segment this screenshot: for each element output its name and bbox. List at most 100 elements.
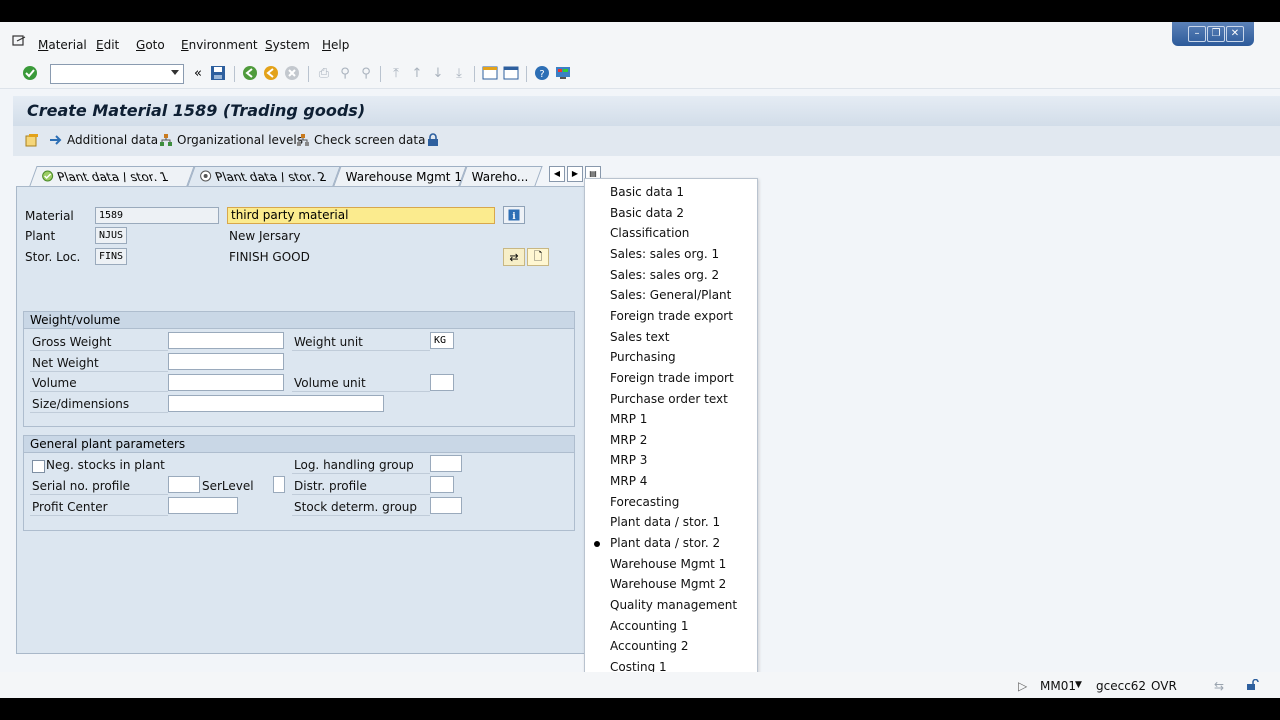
size-dimensions-label: Size/dimensions: [32, 397, 130, 411]
tab-menu-item[interactable]: Sales text: [610, 330, 669, 344]
tab-menu-item[interactable]: Purchase order text: [610, 392, 728, 406]
tab-menu-item[interactable]: MRP 4: [610, 474, 647, 488]
select-views-button[interactable]: [25, 133, 39, 147]
restore-icon[interactable]: ❐: [1207, 26, 1225, 42]
insert-mode[interactable]: OVR: [1151, 679, 1177, 693]
lock-button[interactable]: [427, 133, 439, 147]
tab-menu-item[interactable]: Warehouse Mgmt 2: [610, 577, 726, 591]
tab-menu-item[interactable]: Purchasing: [610, 350, 676, 364]
tab-plant-data-stor-1[interactable]: Plant data / stor. 1: [29, 166, 195, 186]
close-icon[interactable]: ✕: [1226, 26, 1244, 42]
distr-profile-field[interactable]: [430, 476, 454, 493]
tab-menu-item[interactable]: Sales: sales org. 1: [610, 247, 719, 261]
serial-profile-label: Serial no. profile: [32, 479, 131, 493]
customize-layout-icon[interactable]: [555, 65, 571, 81]
print-icon[interactable]: ⎙: [316, 65, 332, 81]
tab-menu-item[interactable]: Quality management: [610, 598, 737, 612]
first-page-icon[interactable]: ⤒: [388, 65, 404, 81]
help-icon[interactable]: ?: [534, 65, 550, 81]
chevron-down-icon[interactable]: ▼: [1075, 680, 1082, 690]
status-bar: ▷ MM01 ▼ gcecc62 OVR ⇆: [0, 672, 1280, 698]
shortcut-icon[interactable]: [503, 65, 519, 81]
size-dimensions-field[interactable]: [168, 395, 384, 412]
stock-determ-field[interactable]: [430, 497, 462, 514]
check-screen-data-button[interactable]: Check screen data: [296, 133, 425, 147]
hierarchy-icon: [160, 134, 172, 146]
tab-warehouse-mgmt-1[interactable]: Warehouse Mgmt 1: [333, 166, 467, 186]
storage-location-description: FINISH GOOD: [229, 250, 310, 264]
plant-field: NJUS: [95, 227, 127, 244]
create-session-icon[interactable]: [482, 65, 498, 81]
neg-stocks-checkbox[interactable]: [32, 460, 45, 473]
other-org-levels-button[interactable]: ⇄: [503, 248, 525, 266]
tab-menu-item[interactable]: Sales: General/Plant: [610, 288, 731, 302]
tab-scroll-left-icon[interactable]: ◀: [549, 166, 565, 182]
back-icon[interactable]: [242, 65, 258, 81]
svg-text:?: ?: [539, 69, 544, 80]
tab-menu-item[interactable]: Classification: [610, 226, 689, 240]
unlock-icon[interactable]: [1246, 678, 1260, 694]
material-label: Material: [25, 209, 74, 223]
material-description-field[interactable]: third party material: [227, 207, 495, 224]
tab-warehouse-more[interactable]: Wareho...: [459, 166, 543, 186]
serlevel-label: SerLevel: [202, 479, 254, 493]
system-menu-icon[interactable]: [12, 35, 26, 47]
tab-menu-item[interactable]: Basic data 2: [610, 206, 684, 220]
new-document-button[interactable]: 🗋: [527, 248, 549, 266]
document-icon: 🗋: [533, 249, 543, 263]
tab-menu-item[interactable]: Accounting 2: [610, 639, 688, 653]
exit-icon[interactable]: [263, 65, 279, 81]
save-icon[interactable]: [210, 65, 226, 81]
weight-unit-field[interactable]: KG: [430, 332, 454, 349]
minimize-icon[interactable]: –: [1188, 26, 1206, 42]
find-next-icon[interactable]: ⚲: [358, 65, 374, 81]
info-button[interactable]: i: [503, 206, 525, 224]
material-number-field: 1589: [95, 207, 219, 224]
tab-menu-item[interactable]: Foreign trade export: [610, 309, 733, 323]
additional-data-button[interactable]: Additional data: [49, 133, 158, 147]
tab-menu-item[interactable]: MRP 2: [610, 433, 647, 447]
status-play-icon[interactable]: ▷: [1018, 679, 1027, 693]
menu-edit[interactable]: Edit: [96, 38, 119, 52]
serial-profile-field[interactable]: [168, 476, 200, 493]
tab-menu-item[interactable]: Sales: sales org. 2: [610, 268, 719, 282]
chevron-down-icon[interactable]: [171, 70, 179, 75]
tab-menu-item[interactable]: MRP 1: [610, 412, 647, 426]
tab-menu-item[interactable]: Plant data / stor. 2: [610, 536, 720, 550]
double-chevron-left-icon[interactable]: «: [190, 65, 206, 81]
net-weight-field[interactable]: [168, 353, 284, 370]
enter-check-icon[interactable]: [22, 65, 38, 81]
tab-menu-item[interactable]: Basic data 1: [610, 185, 684, 199]
volume-unit-field[interactable]: [430, 374, 454, 391]
tab-scroll-right-icon[interactable]: ▶: [567, 166, 583, 182]
menu-goto[interactable]: Goto: [136, 38, 165, 52]
serlevel-field[interactable]: [273, 476, 285, 493]
tab-menu-item[interactable]: Forecasting: [610, 495, 679, 509]
next-page-icon[interactable]: ↓: [430, 65, 446, 81]
org-levels-button[interactable]: Organizational levels: [159, 133, 303, 147]
org-levels-label: Organizational levels: [177, 133, 304, 147]
menu-help[interactable]: Help: [322, 38, 349, 52]
tab-menu-item[interactable]: MRP 3: [610, 453, 647, 467]
tab-menu-item[interactable]: Foreign trade import: [610, 371, 734, 385]
tab-status-icon: [42, 170, 54, 182]
server-name: gcecc62: [1096, 679, 1147, 693]
volume-field[interactable]: [168, 374, 284, 391]
sap-window: Material Edit Goto Environment System He…: [0, 22, 1280, 698]
log-handling-field[interactable]: [430, 455, 462, 472]
profit-center-field[interactable]: [168, 497, 238, 514]
tab-menu-item[interactable]: Plant data / stor. 1: [610, 515, 720, 529]
menu-environment[interactable]: Environment: [181, 38, 258, 52]
tab-menu-item[interactable]: Accounting 1: [610, 619, 688, 633]
tab-plant-data-stor-2[interactable]: Plant data / stor. 2: [187, 166, 341, 186]
gross-weight-field[interactable]: [168, 332, 284, 349]
menu-system[interactable]: System: [265, 38, 310, 52]
cancel-icon[interactable]: [284, 65, 300, 81]
previous-page-icon[interactable]: ↑: [409, 65, 425, 81]
application-toolbar: Additional data Organizational levels Ch…: [13, 126, 1280, 156]
menu-material[interactable]: Material: [38, 38, 87, 52]
last-page-icon[interactable]: ⤓: [451, 65, 467, 81]
command-field[interactable]: [50, 64, 184, 84]
find-icon[interactable]: ⚲: [337, 65, 353, 81]
tab-menu-item[interactable]: Warehouse Mgmt 1: [610, 557, 726, 571]
